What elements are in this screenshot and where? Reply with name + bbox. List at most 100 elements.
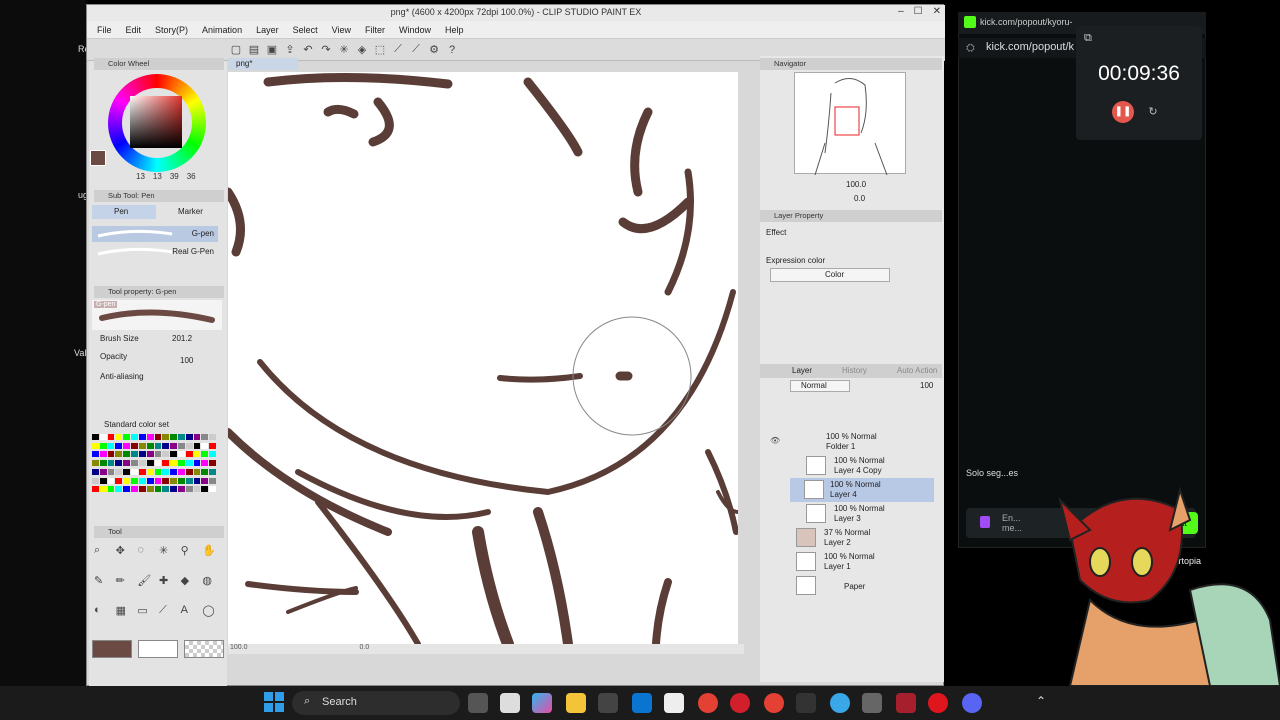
color-swatch[interactable] (177, 460, 185, 467)
color-swatch[interactable] (170, 468, 177, 475)
color-swatch[interactable] (146, 434, 154, 440)
color-swatch[interactable] (209, 451, 216, 458)
menu-window[interactable]: Window (399, 25, 431, 35)
transform-icon[interactable]: ⬚ (373, 43, 387, 57)
color-swatch[interactable] (138, 434, 146, 440)
color-swatch[interactable] (162, 434, 170, 440)
color-swatch[interactable] (193, 468, 201, 475)
color-swatch[interactable] (209, 477, 216, 484)
gradient-tool-icon[interactable]: ▦ (116, 604, 134, 630)
canvas-tab[interactable]: png* (228, 58, 298, 70)
color-swatch[interactable] (170, 460, 177, 467)
tray-chevron-icon[interactable]: ⌃ (1036, 694, 1046, 708)
close-icon[interactable]: ✕ (933, 6, 941, 17)
color-swatch[interactable] (185, 477, 193, 484)
eyedropper-tool-icon[interactable]: ⚲ (181, 544, 199, 570)
color-swatch[interactable] (115, 434, 123, 440)
color-swatch[interactable] (154, 460, 162, 467)
color-swatch[interactable] (92, 468, 99, 475)
color-swatch[interactable] (146, 451, 154, 458)
notion-icon[interactable] (664, 693, 684, 713)
save-icon[interactable]: ▣ (265, 43, 279, 57)
layer-row[interactable]: Paper (764, 574, 940, 598)
color-swatch[interactable] (162, 451, 170, 458)
color-swatch[interactable] (115, 451, 123, 458)
color-swatch[interactable] (131, 442, 138, 449)
tab-layer[interactable]: Layer (792, 364, 812, 378)
color-swatch[interactable] (115, 468, 123, 475)
color-swatch[interactable] (201, 468, 209, 475)
color-swatch[interactable] (185, 442, 193, 449)
color-swatch[interactable] (131, 468, 138, 475)
color-swatch[interactable] (138, 486, 146, 493)
color-swatch[interactable] (115, 477, 123, 484)
task-view-icon[interactable] (468, 693, 488, 713)
store-icon[interactable] (598, 693, 618, 713)
color-swatch[interactable] (99, 477, 107, 484)
menu-view[interactable]: View (332, 25, 351, 35)
color-swatch[interactable] (146, 442, 154, 449)
media-icon[interactable] (730, 693, 750, 713)
start-button[interactable] (264, 692, 284, 712)
menu-file[interactable]: File (97, 25, 112, 35)
color-swatch[interactable] (115, 460, 123, 467)
menu-animation[interactable]: Animation (202, 25, 242, 35)
color-swatch[interactable] (123, 460, 131, 467)
menu-story[interactable]: Story(P) (155, 25, 188, 35)
color-swatch[interactable] (193, 451, 201, 458)
color-swatch[interactable] (177, 434, 185, 440)
menu-filter[interactable]: Filter (365, 25, 385, 35)
fill-tool-icon[interactable]: ◐ (94, 604, 112, 630)
menu-select[interactable]: Select (293, 25, 318, 35)
color-swatch[interactable] (92, 460, 99, 467)
canvas-zoom[interactable]: 100.0 (230, 644, 248, 651)
mic-icon[interactable] (980, 516, 990, 528)
color-swatch[interactable] (131, 477, 138, 484)
color-set-swatches[interactable] (92, 434, 216, 494)
tab-auto-action[interactable]: Auto Action (897, 364, 937, 378)
figure-tool-icon[interactable]: ▭ (137, 604, 155, 630)
layer-row[interactable]: 100 % Normal Layer 1 (764, 550, 940, 574)
color-swatch[interactable] (209, 460, 216, 467)
canvas-angle[interactable]: 0.0 (359, 644, 369, 651)
fill-icon[interactable]: ◈ (355, 43, 369, 57)
color-swatch[interactable] (162, 468, 170, 475)
color-swatch[interactable] (92, 434, 99, 440)
tab-pen[interactable]: Pen (92, 205, 156, 219)
text-tool-icon[interactable]: A (181, 604, 199, 630)
color-swatch[interactable] (138, 442, 146, 449)
color-swatch[interactable] (123, 468, 131, 475)
new-icon[interactable]: ▢ (229, 43, 243, 57)
color-swatch[interactable] (123, 442, 131, 449)
color-swatch[interactable] (138, 468, 146, 475)
menu-layer[interactable]: Layer (256, 25, 279, 35)
color-swatch[interactable] (185, 468, 193, 475)
export-icon[interactable]: ⇪ (283, 43, 297, 57)
pencil-tool-icon[interactable]: ✏ (116, 574, 134, 600)
color-swatch[interactable] (107, 451, 115, 458)
file-explorer-icon[interactable] (566, 693, 586, 713)
transparent-color-swatch[interactable] (184, 640, 224, 658)
help-icon[interactable]: ? (445, 43, 459, 57)
app-icon[interactable] (796, 693, 816, 713)
navigator-preview[interactable] (794, 72, 906, 176)
minimize-icon[interactable]: – (898, 6, 904, 17)
ruler-snap-icon[interactable]: ⟋ (409, 43, 423, 57)
color-swatch[interactable] (177, 477, 185, 484)
clear-icon[interactable]: ✳ (337, 43, 351, 57)
taskbar-search[interactable]: ⌕ Search (292, 691, 460, 715)
color-swatch[interactable] (170, 442, 177, 449)
layer-opacity-value[interactable]: 100 (920, 381, 933, 390)
site-info-icon[interactable]: ⛭ (966, 42, 975, 55)
copilot-icon[interactable] (532, 693, 552, 713)
redo-icon[interactable]: ↷ (319, 43, 333, 57)
blend-tool-icon[interactable]: ◍ (202, 574, 220, 600)
lasso-tool-icon[interactable]: ◌ (137, 544, 155, 570)
main-color-swatch[interactable] (92, 640, 132, 658)
color-swatch[interactable] (154, 434, 162, 440)
navigator-zoom[interactable]: 100.0 (846, 180, 866, 189)
magic-wand-tool-icon[interactable]: ✳ (159, 544, 177, 570)
chrome-icon[interactable] (698, 693, 718, 713)
color-swatch[interactable] (185, 460, 193, 467)
popout-icon[interactable]: ⧉ (1084, 32, 1092, 45)
